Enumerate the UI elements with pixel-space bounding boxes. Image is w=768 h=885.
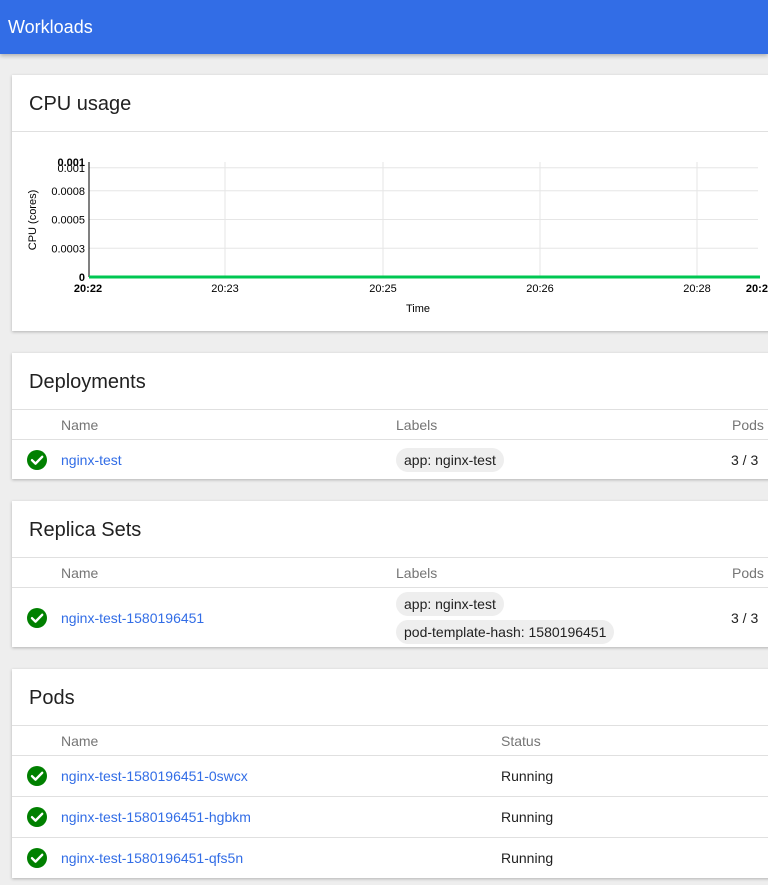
label-chip: app: nginx-test: [396, 448, 504, 472]
column-header-labels: Labels: [396, 565, 438, 581]
replica-sets-card: Replica Sets Name Labels Pods nginx-test…: [12, 501, 768, 647]
pod-status: Running: [501, 850, 554, 866]
y-tick-labels: 00.00030.00050.00080.0010.001: [51, 157, 85, 284]
pod-name-link[interactable]: nginx-test-1580196451-hgbkm: [61, 809, 251, 825]
pods-count: 3 / 3: [731, 610, 759, 626]
chart-grid: [89, 162, 758, 277]
column-header-name[interactable]: Name: [61, 417, 98, 433]
table-row: nginx-test-1580196451-qfs5n Running: [12, 838, 768, 878]
column-header-name[interactable]: Name: [61, 565, 98, 581]
column-header-pods: Pods: [732, 565, 764, 581]
cpu-usage-card: CPU usage 0 0.0003 0.0005 0.0008 0.001 0.001 …: [12, 75, 768, 331]
pods-card-header: Pods: [12, 669, 768, 726]
pods-title: Pods: [29, 687, 75, 709]
check-circle-icon: [27, 807, 47, 827]
x-tick-label: 20:23: [211, 283, 239, 295]
check-circle-icon: [27, 608, 47, 628]
y-tick-label: 0.001: [57, 157, 85, 169]
y-tick-label: 0.0003: [51, 243, 85, 255]
label-chip: app: nginx-test: [396, 592, 504, 616]
pods-count: 3 / 3: [731, 452, 759, 468]
y-axis-label: CPU (cores): [27, 190, 39, 251]
x-tick-label: 20:22: [74, 283, 102, 295]
page-title: Workloads: [8, 17, 93, 37]
pod-status: Running: [501, 809, 554, 825]
column-header-pods: Pods: [732, 417, 764, 433]
y-tick-label: 0.0005: [51, 215, 85, 227]
x-tick-label: 20:28: [683, 283, 711, 295]
cpu-usage-card-header: CPU usage: [12, 75, 768, 132]
table-row: nginx-test app: nginx-test 3 / 3: [12, 440, 768, 480]
x-tick-label: 20:25: [369, 283, 397, 295]
column-header-labels: Labels: [396, 417, 438, 433]
x-tick-label: 20:26: [526, 283, 554, 295]
cpu-usage-chart: 00.00030.00050.00080.0010.001 20:22 20:23…: [27, 157, 768, 315]
table-row: nginx-test-1580196451-hgbkm Running: [12, 797, 768, 838]
pods-card: Pods Name Status nginx-test-1580196451-0…: [12, 669, 768, 878]
deployments-title: Deployments: [29, 371, 146, 393]
y-tick-label: 0.0008: [51, 186, 85, 198]
replica-sets-card-header: Replica Sets: [12, 501, 768, 558]
check-circle-icon: [27, 450, 47, 470]
deployments-card-header: Deployments: [12, 353, 768, 410]
cpu-usage-title: CPU usage: [29, 93, 132, 115]
check-circle-icon: [27, 848, 47, 868]
deployments-table-header: Name Labels Pods: [12, 410, 768, 440]
column-header-name[interactable]: Name: [61, 733, 98, 749]
replica-sets-title: Replica Sets: [29, 519, 142, 541]
pod-name-link[interactable]: nginx-test-1580196451-qfs5n: [61, 850, 243, 866]
replica-set-name-link[interactable]: nginx-test-1580196451: [61, 610, 204, 626]
pods-table-header: Name Status: [12, 726, 768, 756]
table-row: nginx-test-1580196451 app: nginx-test po…: [12, 588, 768, 648]
label-chip: pod-template-hash: 1580196451: [396, 620, 615, 644]
x-tick-label: 20:29: [746, 283, 768, 295]
check-circle-icon: [27, 766, 47, 786]
x-axis-label: Time: [406, 303, 430, 315]
column-header-status: Status: [501, 733, 541, 749]
top-app-bar: Workloads: [0, 0, 768, 54]
pod-name-link[interactable]: nginx-test-1580196451-0swcx: [61, 768, 248, 784]
pod-status: Running: [501, 768, 554, 784]
x-tick-labels: 20:22 20:23 20:25 20:26 20:28 20:29: [74, 283, 768, 295]
table-row: nginx-test-1580196451-0swcx Running: [12, 756, 768, 797]
deployment-name-link[interactable]: nginx-test: [61, 452, 122, 468]
replica-sets-table-header: Name Labels Pods: [12, 558, 768, 588]
deployments-card: Deployments Name Labels Pods nginx-test …: [12, 353, 768, 479]
